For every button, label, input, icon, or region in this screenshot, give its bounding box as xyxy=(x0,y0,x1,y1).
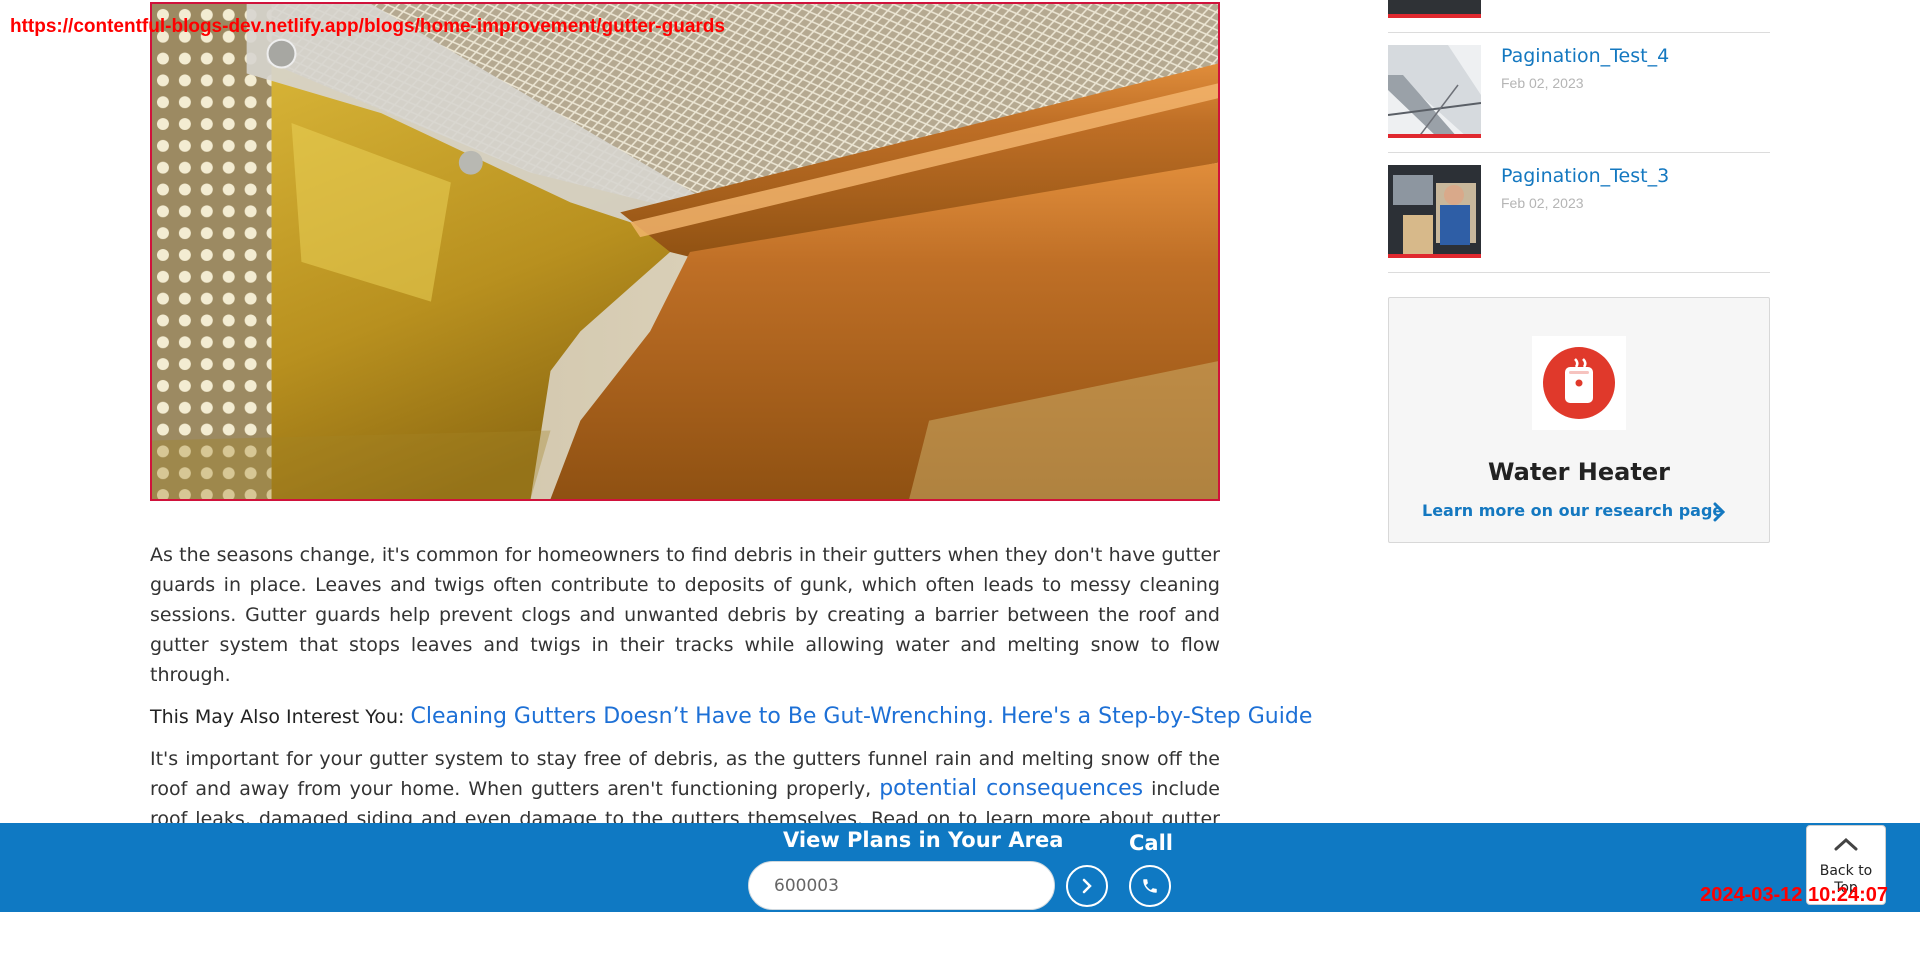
call-label: Call xyxy=(1129,831,1173,855)
recent-posts-list: Pagination_Test_4 Feb 02, 2023 Paginatio… xyxy=(1388,33,1770,273)
timestamp-overlay: 2024-03-12 10:24:07 xyxy=(1700,884,1888,906)
recent-post-item[interactable]: Pagination_Test_4 Feb 02, 2023 xyxy=(1388,33,1770,153)
view-plans-title: View Plans in Your Area xyxy=(783,828,1064,852)
zip-code-input[interactable] xyxy=(748,861,1055,910)
hero-image-gutter-guard xyxy=(150,2,1220,501)
recent-post-title[interactable]: Pagination_Test_3 xyxy=(1501,165,1669,187)
zip-submit-button[interactable] xyxy=(1066,865,1108,907)
also-interest-label: This May Also Interest You: xyxy=(150,706,405,728)
water-heater-icon xyxy=(1543,347,1615,419)
research-card-title: Water Heater xyxy=(1488,458,1670,486)
also-interest-link[interactable]: Cleaning Gutters Doesn’t Have to Be Gut-… xyxy=(410,704,1312,729)
call-button[interactable] xyxy=(1129,865,1171,907)
also-interest-row: This May Also Interest You: Cleaning Gut… xyxy=(150,702,1312,732)
chevron-up-icon xyxy=(1834,837,1858,851)
recent-post-date: Feb 02, 2023 xyxy=(1501,75,1584,91)
url-overlay: https://contentful-blogs-dev.netlify.app… xyxy=(10,16,725,37)
phone-icon xyxy=(1143,879,1157,893)
research-page-link[interactable]: Learn more on our research page xyxy=(1422,501,1723,520)
article-paragraph-1: As the seasons change, it's common for h… xyxy=(150,544,1220,686)
chevron-right-icon xyxy=(1082,878,1092,894)
chevron-right-icon[interactable] xyxy=(1712,501,1726,523)
recent-post-thumbnail[interactable] xyxy=(1388,165,1481,258)
recent-post-date: Feb 02, 2023 xyxy=(1501,195,1584,211)
potential-consequences-link[interactable]: potential consequences xyxy=(879,776,1143,801)
recent-post-thumbnail[interactable] xyxy=(1388,45,1481,138)
recent-post-title[interactable]: Pagination_Test_4 xyxy=(1501,45,1669,67)
recent-post-thumbnail-partial[interactable] xyxy=(1388,0,1481,18)
water-heater-icon-box xyxy=(1532,336,1626,430)
view-plans-bar: View Plans in Your Area Call xyxy=(0,823,1920,912)
recent-post-item[interactable]: Pagination_Test_3 Feb 02, 2023 xyxy=(1388,153,1770,273)
research-card[interactable]: Water Heater Learn more on our research … xyxy=(1388,297,1770,543)
